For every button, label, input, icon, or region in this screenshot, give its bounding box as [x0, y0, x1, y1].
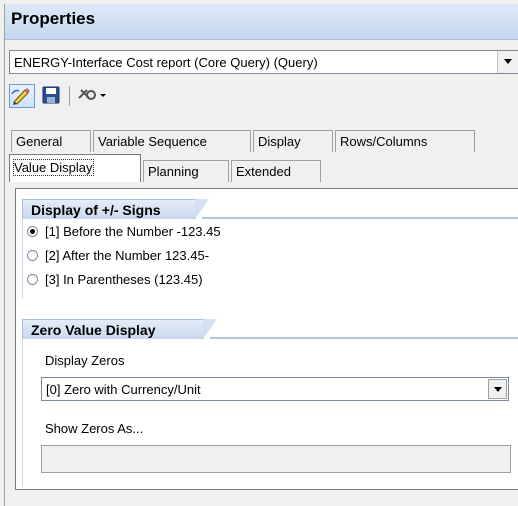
- query-select[interactable]: ENERGY-Interface Cost report (Core Query…: [9, 50, 518, 74]
- sign-display-group-title: Display of +/- Signs: [31, 202, 161, 218]
- tab-value-display[interactable]: Value Display: [9, 154, 141, 182]
- tools-dropdown-icon: [78, 89, 106, 100]
- chevron-down-icon: [504, 59, 512, 64]
- value-display-page: Display of +/- Signs [1] Before the Numb…: [15, 188, 518, 490]
- tools-dropdown-button[interactable]: [75, 84, 109, 108]
- zero-display-group: Display Zeros [0] Zero with Currency/Uni…: [22, 339, 518, 487]
- save-icon: [42, 86, 60, 104]
- edit-pencil-icon: [11, 88, 30, 105]
- tab-rows-columns[interactable]: Rows/Columns: [335, 130, 475, 152]
- tab-display[interactable]: Display: [253, 130, 333, 152]
- display-zeros-label: Display Zeros: [45, 353, 125, 368]
- properties-panel: Properties ENERGY-Interface Cost report …: [4, 4, 518, 506]
- show-zeros-as-label: Show Zeros As...: [45, 421, 144, 436]
- radio-button[interactable]: [27, 226, 38, 237]
- sign-display-group-header: Display of +/- Signs: [22, 199, 209, 219]
- tab-variable-sequence[interactable]: Variable Sequence: [93, 130, 251, 152]
- save-button[interactable]: [39, 84, 65, 108]
- toolbar-separator: [69, 86, 70, 106]
- display-zeros-dropdown-button[interactable]: [488, 379, 507, 399]
- tab-extended[interactable]: Extended: [231, 160, 321, 182]
- query-select-dropdown-button[interactable]: [497, 51, 518, 73]
- zero-display-group-header: Zero Value Display: [22, 319, 217, 339]
- edit-button[interactable]: [9, 84, 35, 108]
- display-zeros-select[interactable]: [0] Zero with Currency/Unit: [41, 377, 509, 401]
- radio-button[interactable]: [27, 274, 38, 285]
- tab-planning[interactable]: Planning: [143, 160, 229, 182]
- zero-display-group-title: Zero Value Display: [31, 322, 156, 338]
- query-select-value: ENERGY-Interface Cost report (Core Query…: [14, 55, 318, 70]
- radio-button[interactable]: [27, 250, 38, 261]
- panel-title: Properties: [11, 9, 96, 28]
- display-zeros-value: [0] Zero with Currency/Unit: [46, 382, 201, 397]
- tab-general[interactable]: General: [11, 130, 91, 152]
- toolbar: [9, 82, 518, 112]
- sign-display-group: [1] Before the Number -123.45 [2] After …: [22, 219, 518, 299]
- show-zeros-as-input[interactable]: [41, 445, 511, 473]
- chevron-down-icon: [494, 387, 502, 392]
- panel-title-bar: Properties: [5, 4, 518, 40]
